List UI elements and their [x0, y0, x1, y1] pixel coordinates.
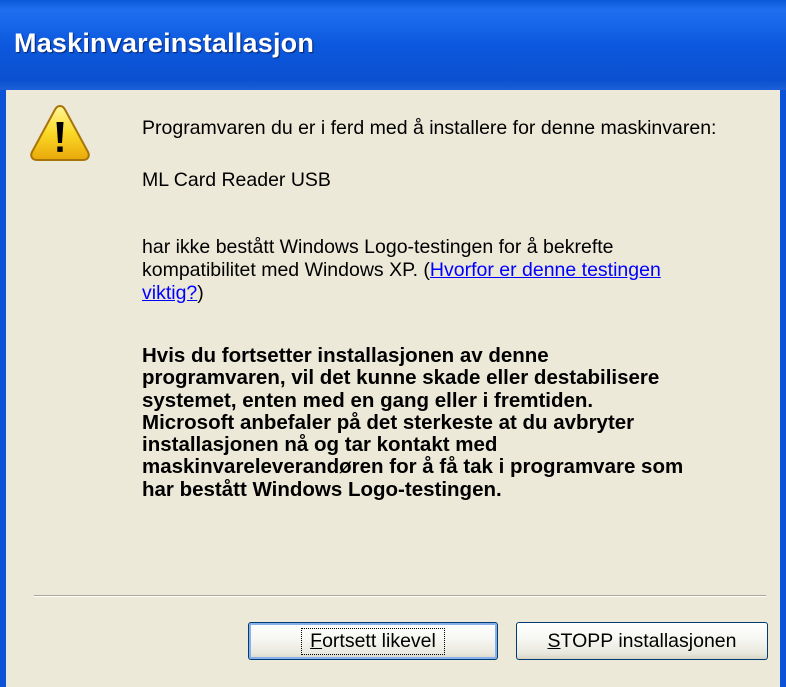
not-passed-text: har ikke bestått Windows Logo-testingen … — [142, 236, 614, 258]
separator — [34, 595, 766, 597]
why-testing-link[interactable]: Hvorfor er denne testingen — [430, 259, 661, 281]
why-testing-link-continued[interactable]: viktig? — [142, 282, 197, 304]
warning-line: installasjonen nå og tar kontakt med — [142, 433, 498, 457]
warning-line: maskinvareleverandøren for å få tak i pr… — [142, 455, 684, 479]
title-bar[interactable]: Maskinvareinstallasjon — [0, 0, 786, 90]
continue-anyway-button[interactable]: Fortsett likevel — [248, 622, 498, 660]
warning-message: Hvis du fortsetter installasjonen av den… — [142, 344, 782, 501]
device-name: ML Card Reader USB — [142, 169, 331, 191]
warning-line: Microsoft anbefaler på det sterkeste at … — [142, 410, 635, 434]
compatibility-text: kompatibilitet med Windows XP. (Hvorfor … — [142, 259, 661, 282]
accelerator-key: F — [310, 629, 323, 652]
window-title: Maskinvareinstallasjon — [14, 28, 315, 58]
warning-line: systemet, enten med en gang eller i frem… — [142, 388, 594, 412]
compatibility-suffix: ) — [197, 282, 204, 304]
continue-button-label: ortsett likevel — [322, 629, 436, 652]
compatibility-prefix: kompatibilitet med Windows XP. ( — [142, 259, 430, 281]
warning-icon — [30, 104, 90, 161]
intro-text: Programvaren du er i ferd med å installe… — [142, 117, 717, 139]
accelerator-key: S — [547, 629, 561, 652]
stop-button-label: TOPP installasjonen — [560, 629, 737, 652]
stop-installation-button[interactable]: S TOPP installasjonen — [516, 622, 768, 660]
warning-line: har bestått Windows Logo-testingen. — [142, 477, 502, 501]
warning-line: programvaren, vil det kunne skade eller … — [142, 366, 660, 390]
warning-line: Hvis du fortsetter installasjonen av den… — [142, 344, 549, 367]
compatibility-text-line2: viktig?) — [142, 282, 204, 305]
focus-rectangle: Fortsett likevel — [301, 627, 445, 655]
